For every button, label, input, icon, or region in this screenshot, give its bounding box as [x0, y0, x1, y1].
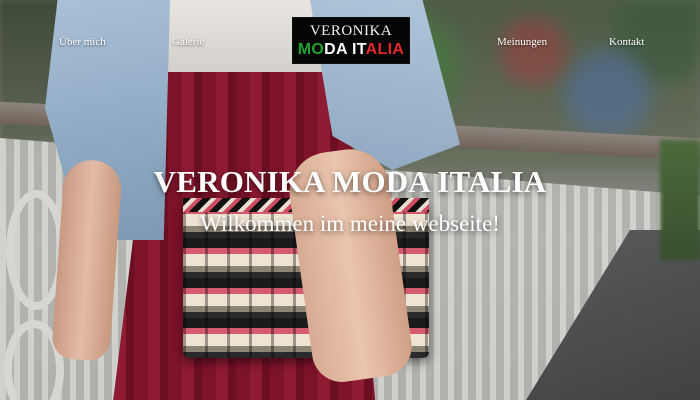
nav-link-about[interactable]: Über mich: [59, 36, 106, 48]
roadside-greenery: [660, 140, 700, 260]
logo-part-red: ALIA: [365, 41, 405, 58]
logo-part-white: DA IT: [324, 41, 366, 58]
nav-link-reviews[interactable]: Meinungen: [497, 36, 547, 48]
nav-link-contact[interactable]: Kontakt: [609, 36, 644, 48]
nav-link-gallery[interactable]: Galerie: [172, 36, 204, 48]
hero-subtitle: Wilkommen im meine webseite!: [200, 211, 500, 236]
logo-line-veronika: VERONIKA: [309, 23, 393, 39]
hero-title: VERONIKA MODA ITALIA: [153, 164, 547, 199]
logo-line-moda-italia: MODA ITALIA: [293, 41, 409, 59]
site-logo[interactable]: VERONIKA MODA ITALIA: [292, 17, 410, 64]
logo-part-green: MO: [297, 41, 325, 58]
